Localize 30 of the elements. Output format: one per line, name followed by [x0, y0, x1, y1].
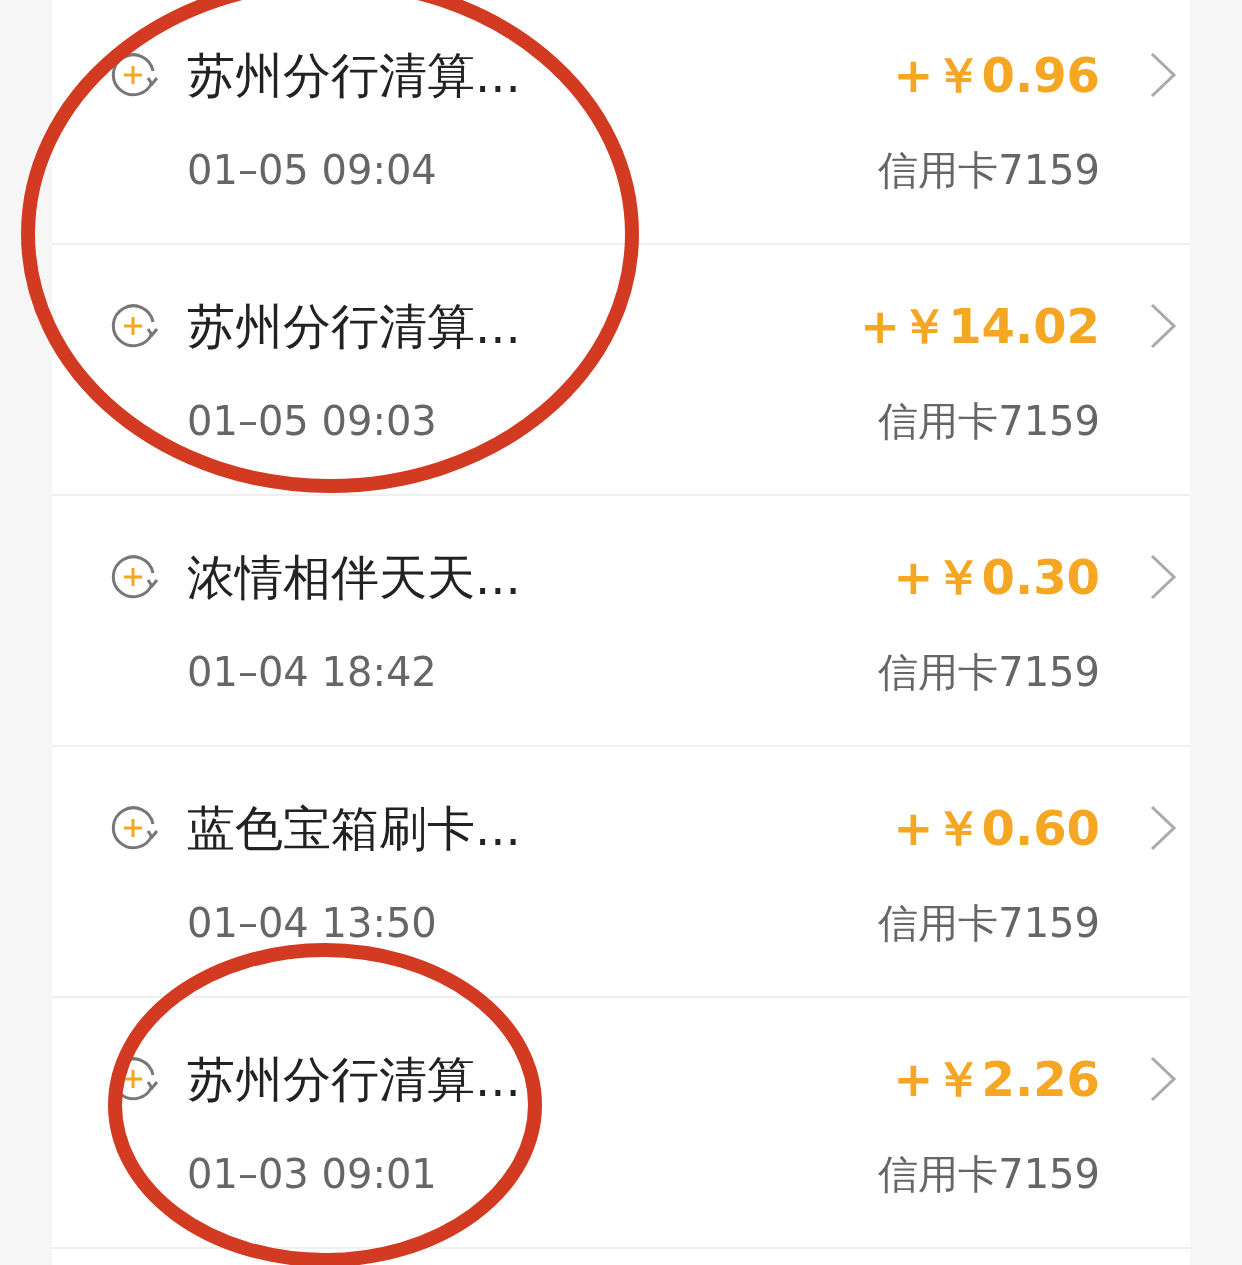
transaction-time: 01–03 09:01 [187, 1150, 438, 1199]
chevron-right-icon [1148, 1054, 1178, 1104]
chevron-right-icon [1148, 803, 1178, 853]
card-name: 信用卡7159 [878, 146, 1100, 195]
transaction-time: 01–04 18:42 [187, 648, 438, 697]
transaction-time: 01–05 09:04 [187, 146, 438, 195]
transaction-time: 01–04 13:50 [187, 899, 438, 948]
transaction-title: 蓝色宝箱刷卡... [187, 799, 522, 858]
transaction-title: 苏州分行清算... [187, 297, 522, 356]
transaction-title: 苏州分行清算... [187, 46, 522, 105]
transaction-row[interactable]: 蓝色宝箱刷卡... 01–04 13:50 +￥0.60 信用卡7159 [52, 747, 1190, 998]
transaction-row[interactable]: 苏州分行清算... 01–03 09:01 +￥2.26 信用卡7159 [52, 998, 1190, 1249]
transaction-title: 浓情相伴天天... [187, 548, 522, 607]
chevron-right-icon [1148, 301, 1178, 351]
card-name: 信用卡7159 [878, 1150, 1100, 1199]
transaction-row[interactable]: 苏州分行清算... 01–05 09:04 +￥0.96 信用卡7159 [52, 0, 1190, 245]
transaction-row[interactable]: 浓情相伴天天... 01–04 18:42 +￥0.30 信用卡7159 [52, 496, 1190, 747]
transaction-amount: +￥14.02 [859, 297, 1100, 356]
transaction-row[interactable]: 苏州分行清算... 01–05 09:03 +￥14.02 信用卡7159 [52, 245, 1190, 496]
card-name: 信用卡7159 [878, 397, 1100, 446]
chevron-right-icon [1148, 50, 1178, 100]
transaction-time: 01–05 09:03 [187, 397, 438, 446]
transaction-amount: +￥0.60 [893, 799, 1100, 858]
card-name: 信用卡7159 [878, 899, 1100, 948]
transaction-title: 苏州分行清算... [187, 1050, 522, 1109]
transaction-amount: +￥2.26 [893, 1050, 1100, 1109]
chevron-right-icon [1148, 552, 1178, 602]
transaction-amount: +￥0.30 [893, 548, 1100, 607]
transaction-amount: +￥0.96 [893, 46, 1100, 105]
card-name: 信用卡7159 [878, 648, 1100, 697]
